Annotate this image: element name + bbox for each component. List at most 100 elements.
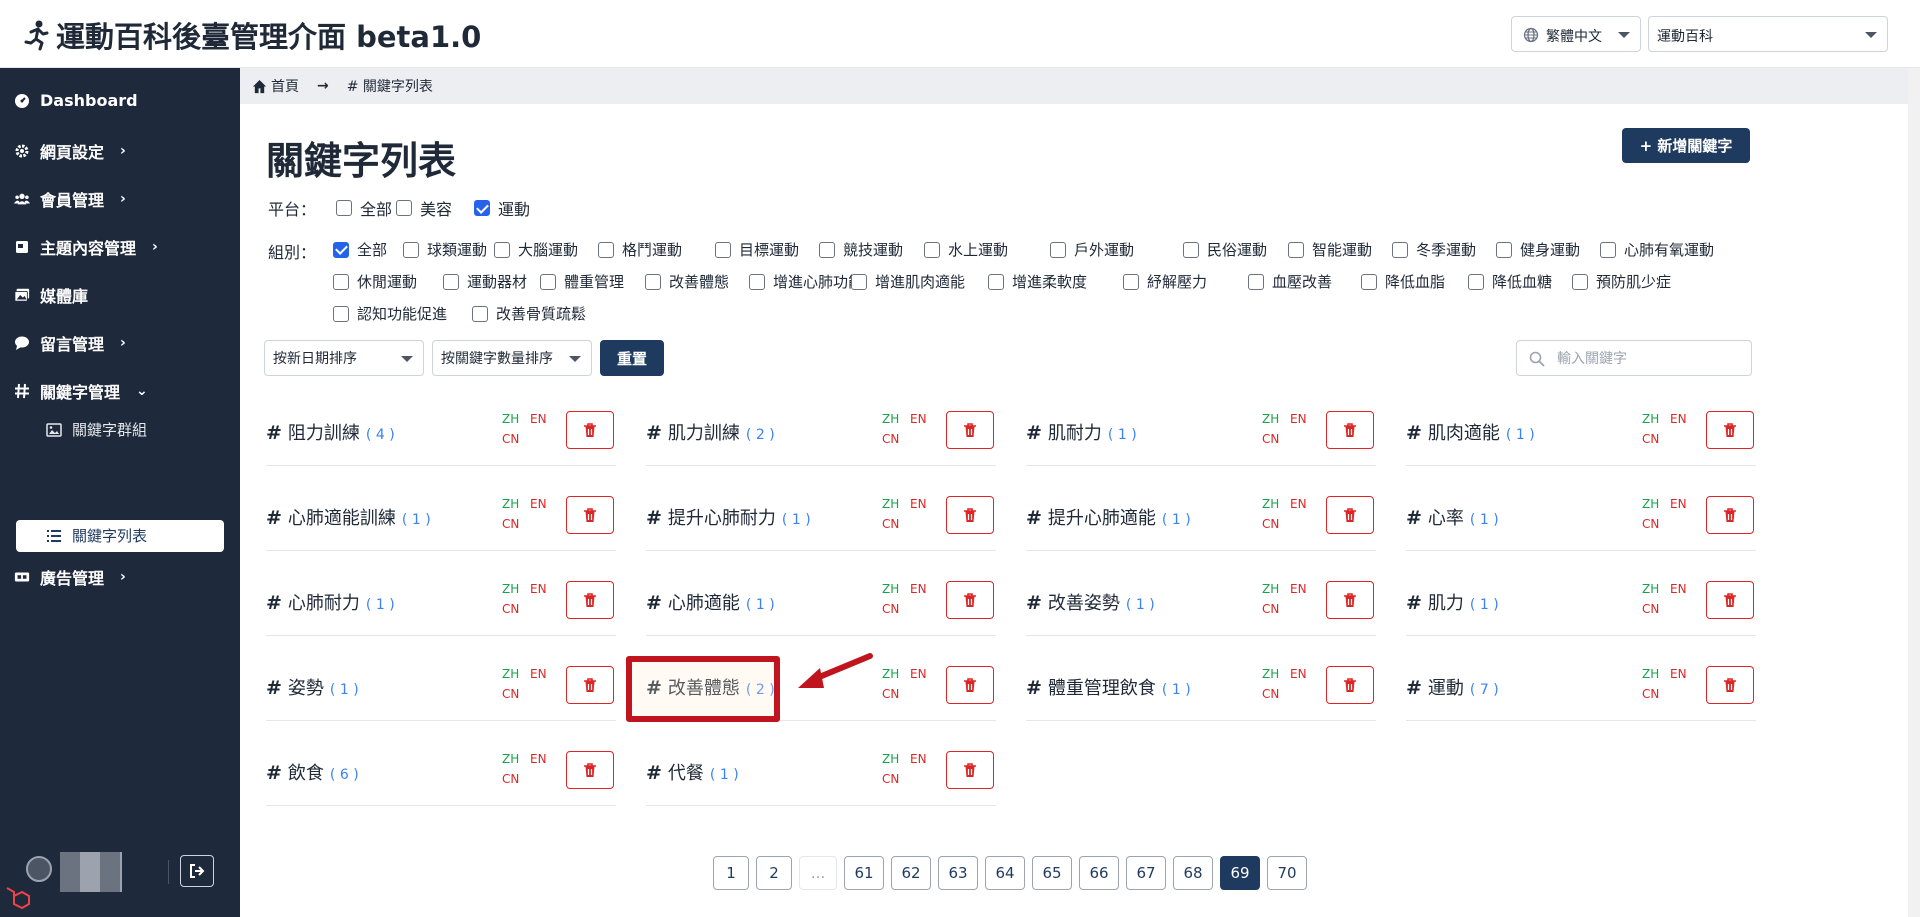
checkbox-box[interactable] [474, 200, 490, 216]
group-checkbox[interactable]: 競技運動 [819, 239, 903, 260]
keyword-link[interactable]: # 代餐 ( 1 ) [646, 759, 739, 785]
checkbox-box[interactable] [443, 273, 459, 290]
lang-tag-zh[interactable]: ZH [1642, 582, 1659, 596]
lang-tag-cn[interactable]: CN [1642, 517, 1659, 531]
delete-keyword-button[interactable] [566, 751, 614, 789]
checkbox-box[interactable] [396, 200, 412, 216]
delete-keyword-button[interactable] [1326, 666, 1374, 704]
lang-tag-zh[interactable]: ZH [502, 412, 519, 426]
lang-tag-en[interactable]: EN [1290, 582, 1307, 596]
group-checkbox[interactable]: 冬季運動 [1392, 239, 1476, 260]
keyword-link[interactable]: # 心肺適能訓練 ( 1 ) [266, 504, 431, 530]
lang-tag-en[interactable]: EN [1290, 412, 1307, 426]
lang-tag-zh[interactable]: ZH [502, 497, 519, 511]
lang-tag-cn[interactable]: CN [1642, 687, 1659, 701]
lang-tag-cn[interactable]: CN [502, 772, 519, 786]
delete-keyword-button[interactable] [946, 411, 994, 449]
lang-tag-cn[interactable]: CN [1262, 687, 1279, 701]
keyword-link[interactable]: # 心肺適能 ( 1 ) [646, 589, 775, 615]
group-checkbox[interactable]: 改善骨質疏鬆 [472, 303, 586, 324]
lang-tag-cn[interactable]: CN [502, 602, 519, 616]
group-checkbox[interactable]: 休閒運動 [333, 271, 417, 292]
checkbox-box[interactable] [333, 273, 349, 290]
sort-by-count-select[interactable]: 按關鍵字數量排序 [432, 340, 592, 376]
lang-tag-cn[interactable]: CN [1262, 517, 1279, 531]
lang-tag-en[interactable]: EN [530, 752, 547, 766]
lang-tag-zh[interactable]: ZH [882, 752, 899, 766]
checkbox-box[interactable] [1600, 241, 1616, 258]
lang-tag-cn[interactable]: CN [1642, 602, 1659, 616]
delete-keyword-button[interactable] [566, 411, 614, 449]
lang-tag-en[interactable]: EN [910, 497, 927, 511]
sidebar-item-media-library[interactable]: 媒體庫 [14, 283, 88, 307]
lang-tag-en[interactable]: EN [1290, 497, 1307, 511]
delete-keyword-button[interactable] [946, 751, 994, 789]
sort-by-date-select[interactable]: 按新日期排序 [264, 340, 424, 376]
scrollbar[interactable] [1908, 68, 1920, 917]
group-checkbox[interactable]: 降低血糖 [1468, 271, 1552, 292]
delete-keyword-button[interactable] [946, 496, 994, 534]
pagination-page[interactable]: 68 [1173, 856, 1213, 890]
site-select[interactable]: 運動百科 [1648, 16, 1888, 52]
group-checkbox[interactable]: 體重管理 [540, 271, 624, 292]
lang-tag-en[interactable]: EN [1290, 667, 1307, 681]
checkbox-box[interactable] [819, 241, 835, 258]
checkbox-box[interactable] [1288, 241, 1304, 258]
keyword-link[interactable]: # 肌耐力 ( 1 ) [1026, 419, 1137, 445]
pagination-page[interactable]: 67 [1126, 856, 1166, 890]
keyword-search-input[interactable]: 輸入關鍵字 [1516, 340, 1752, 376]
lang-tag-cn[interactable]: CN [882, 432, 899, 446]
delete-keyword-button[interactable] [1706, 496, 1754, 534]
lang-tag-cn[interactable]: CN [1262, 432, 1279, 446]
group-checkbox[interactable]: 戶外運動 [1050, 239, 1134, 260]
group-checkbox[interactable]: 紓解壓力 [1123, 271, 1207, 292]
group-checkbox[interactable]: 水上運動 [924, 239, 1008, 260]
app-brand[interactable]: 運動百科後臺管理介面 beta1.0 [20, 14, 481, 56]
pagination-page[interactable]: 69 [1220, 856, 1260, 890]
keyword-link[interactable]: # 肌肉適能 ( 1 ) [1406, 419, 1535, 445]
lang-tag-zh[interactable]: ZH [1262, 667, 1279, 681]
checkbox-box[interactable] [333, 305, 349, 322]
checkbox-box[interactable] [715, 241, 731, 258]
lang-tag-zh[interactable]: ZH [882, 582, 899, 596]
group-checkbox[interactable]: 健身運動 [1496, 239, 1580, 260]
sidebar-item-dashboard[interactable]: Dashboard [14, 91, 138, 110]
checkbox-box[interactable] [851, 273, 867, 290]
keyword-link[interactable]: # 肌力 ( 1 ) [1406, 589, 1499, 615]
delete-keyword-button[interactable] [1326, 581, 1374, 619]
sidebar-item-topic-content[interactable]: 主題內容管理 › [14, 235, 158, 259]
group-checkbox[interactable]: 智能運動 [1288, 239, 1372, 260]
keyword-link[interactable]: # 心率 ( 1 ) [1406, 504, 1499, 530]
lang-tag-en[interactable]: EN [1670, 412, 1687, 426]
pagination-page[interactable]: 63 [938, 856, 978, 890]
pagination-page[interactable]: 1 [713, 856, 749, 890]
sidebar-item-ads[interactable]: 廣告管理 › [14, 565, 126, 589]
group-checkbox[interactable]: 增進柔軟度 [988, 271, 1087, 292]
checkbox-box[interactable] [403, 241, 419, 258]
lang-tag-en[interactable]: EN [530, 497, 547, 511]
group-checkbox[interactable]: 心肺有氧運動 [1600, 239, 1714, 260]
group-checkbox[interactable]: 降低血脂 [1361, 271, 1445, 292]
lang-tag-en[interactable]: EN [910, 582, 927, 596]
lang-tag-cn[interactable]: CN [502, 432, 519, 446]
avatar[interactable] [26, 856, 52, 882]
sidebar-item-members[interactable]: 會員管理 › [14, 187, 126, 211]
group-checkbox[interactable]: 認知功能促進 [333, 303, 447, 324]
lang-tag-en[interactable]: EN [1670, 667, 1687, 681]
checkbox-box[interactable] [1361, 273, 1377, 290]
checkbox-box[interactable] [645, 273, 661, 290]
lang-tag-zh[interactable]: ZH [1262, 412, 1279, 426]
keyword-link[interactable]: # 心肺耐力 ( 1 ) [266, 589, 395, 615]
sidebar-item-keyword-management[interactable]: 關鍵字管理 ⌄ [14, 379, 148, 403]
checkbox-box[interactable] [749, 273, 765, 290]
checkbox-box[interactable] [336, 200, 352, 216]
keyword-link[interactable]: # 體重管理飲食 ( 1 ) [1026, 674, 1191, 700]
lang-tag-zh[interactable]: ZH [1642, 412, 1659, 426]
lang-tag-cn[interactable]: CN [1262, 602, 1279, 616]
reset-button[interactable]: 重置 [600, 340, 664, 376]
lang-tag-cn[interactable]: CN [882, 772, 899, 786]
pagination-page[interactable]: 62 [891, 856, 931, 890]
sidebar-subitem-keyword-groups[interactable]: 關鍵字群組 [46, 419, 147, 440]
checkbox-box[interactable] [472, 305, 488, 322]
pagination-page[interactable]: 70 [1267, 856, 1307, 890]
